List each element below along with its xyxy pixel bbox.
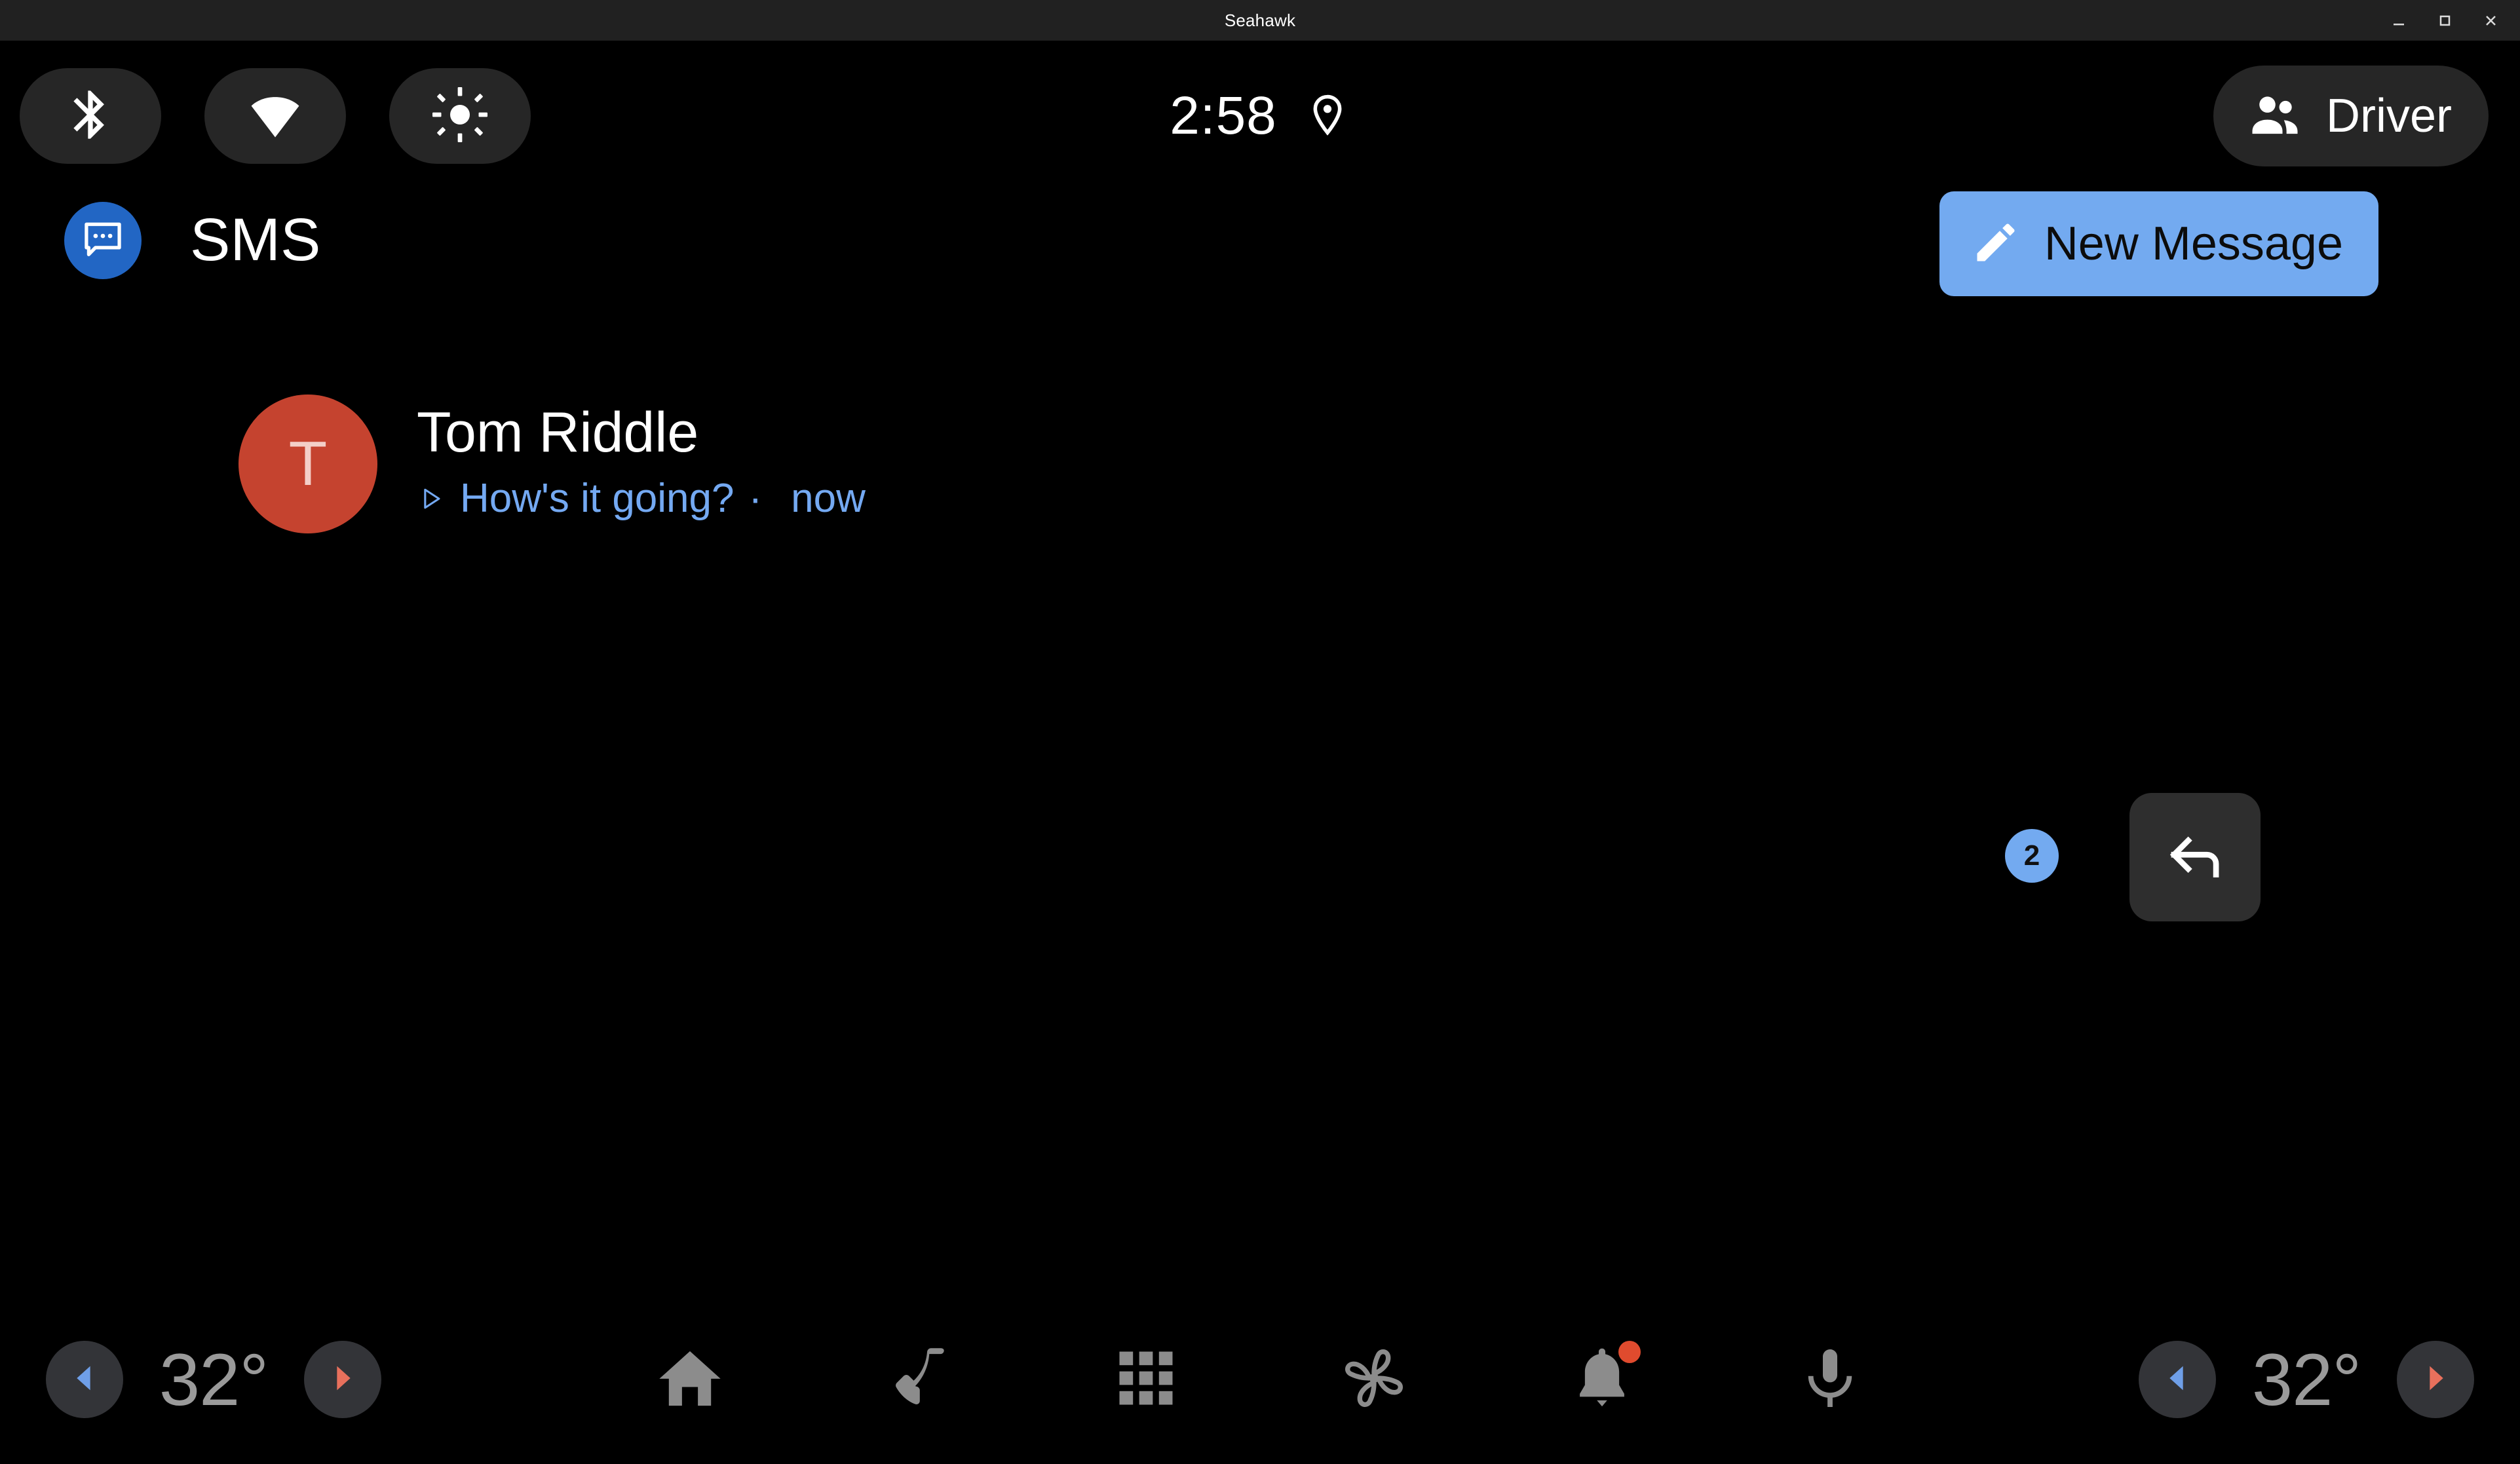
close-button[interactable] [2468,0,2513,41]
nav-phone-button[interactable] [875,1337,961,1422]
window-titlebar: Seahawk [0,0,2520,41]
chevron-right-icon [2418,1359,2453,1400]
window-controls [2376,0,2513,41]
reply-button[interactable] [2129,793,2261,921]
window-title: Seahawk [1224,10,1296,30]
nav-apps-button[interactable] [1103,1337,1189,1422]
driver-profile-button[interactable]: Driver [2213,66,2489,166]
preview-separator: · [748,476,763,521]
right-temperature-control: 32° [2139,1324,2474,1435]
status-bar: 2:58 Driver [0,41,2520,182]
apps-grid-icon [1111,1343,1181,1417]
chevron-left-icon [2160,1359,2194,1400]
minimize-icon [2389,10,2409,30]
home-icon [653,1341,727,1418]
preview-timestamp: now [791,476,866,521]
nav-assistant-button[interactable] [1787,1337,1873,1422]
conversation-list: T Tom Riddle How's it going? · now 2 [0,387,2520,921]
play-triangle-icon [417,482,446,515]
reply-arrow-icon [2161,822,2229,893]
microphone-icon [1794,1342,1866,1417]
new-message-label: New Message [2044,218,2343,270]
maximize-icon [2435,10,2454,30]
nav-home-button[interactable] [647,1337,733,1422]
avatar-initial: T [288,429,328,499]
nav-climate-button[interactable] [1331,1337,1417,1422]
right-temp-increase-button[interactable] [2397,1341,2474,1418]
people-icon [2245,85,2305,148]
preview-body: How's it going? [460,476,735,521]
status-badge: 2 [2005,829,2059,883]
location-pin-icon [1305,92,1350,141]
clock-group: 2:58 [0,68,2520,164]
right-temp-decrease-button[interactable] [2139,1341,2216,1418]
phone-icon [881,1341,955,1418]
contact-name: Tom Riddle [417,401,699,464]
app-header: SMS New Message [0,191,2520,321]
close-icon [2481,10,2500,30]
pencil-icon [1971,218,2021,271]
new-message-button[interactable]: New Message [1939,191,2378,296]
minimize-button[interactable] [2376,0,2422,41]
sms-app-icon [64,202,142,279]
page-title: SMS [190,206,321,273]
conversation-text: Tom Riddle How's it going? · now [417,400,866,522]
maximize-button[interactable] [2422,0,2468,41]
bottom-bar: 32° 32° [0,1294,2520,1464]
message-preview: How's it going? · now [417,476,866,522]
nav-notifications-button[interactable] [1559,1337,1645,1422]
driver-label: Driver [2326,90,2452,142]
sms-chat-bubble-icon [80,216,126,265]
clock: 2:58 [1170,86,1277,145]
right-temp-value: 32° [2251,1338,2361,1421]
fan-icon [1335,1339,1413,1420]
avatar: T [239,395,377,533]
notification-badge-dot [1618,1341,1641,1363]
